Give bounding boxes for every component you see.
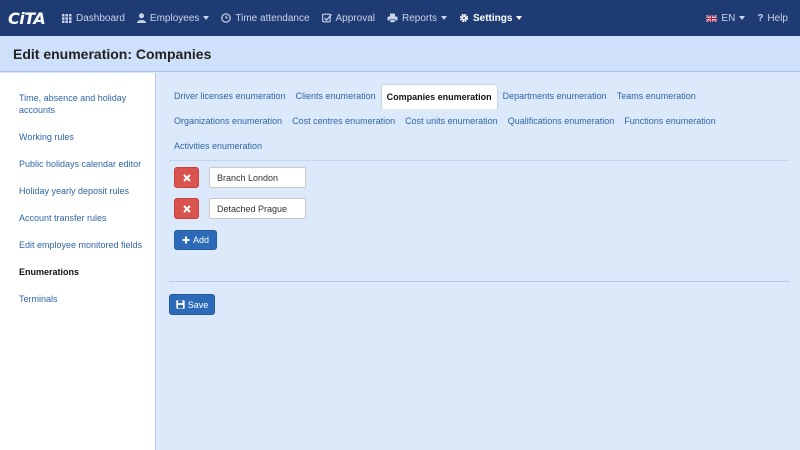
page-header: Edit enumeration: Companies (0, 36, 800, 72)
nav-settings-label: Settings (473, 12, 513, 24)
delete-entry-button[interactable] (174, 167, 199, 188)
tab-activities[interactable]: Activities enumeration (169, 134, 267, 159)
language-label: EN (721, 12, 736, 24)
sidebar-item-enumerations[interactable]: Enumerations (0, 266, 155, 278)
tab-organizations[interactable]: Organizations enumeration (169, 109, 287, 134)
form-divider (169, 281, 789, 282)
nav-settings[interactable]: Settings (453, 0, 528, 36)
tab-teams[interactable]: Teams enumeration (612, 84, 701, 109)
add-entry-button[interactable]: Add (174, 230, 217, 250)
uk-flag-icon (706, 14, 718, 22)
close-icon (182, 173, 191, 182)
page-title: Edit enumeration: Companies (13, 45, 212, 62)
nav-approval[interactable]: Approval (316, 0, 381, 36)
nav-help-label: Help (767, 12, 788, 24)
tab-cost-centres[interactable]: Cost centres enumeration (287, 109, 400, 134)
save-button[interactable]: Save (169, 294, 215, 315)
tab-row: Driver licenses enumeration Clients enum… (169, 84, 789, 109)
tab-row: Activities enumeration (169, 134, 789, 159)
tab-clients[interactable]: Clients enumeration (291, 84, 381, 109)
chevron-down-icon (441, 16, 447, 20)
nav-dashboard-label: Dashboard (76, 12, 125, 24)
add-label: Add (192, 235, 209, 245)
main-menu: Dashboard Employees Time attendance Appr… (56, 0, 528, 36)
settings-sidebar: Time, absence and holiday accounts Worki… (0, 73, 156, 450)
chevron-down-icon (739, 16, 746, 20)
language-selector[interactable]: EN (700, 0, 751, 36)
tab-cost-units[interactable]: Cost units enumeration (400, 109, 503, 134)
tab-driver-licenses[interactable]: Driver licenses enumeration (169, 84, 291, 109)
entry-value-input[interactable] (209, 198, 306, 219)
delete-entry-button[interactable] (174, 198, 199, 219)
chevron-down-icon (516, 16, 523, 20)
nav-reports-label: Reports (401, 12, 437, 24)
logo-text: CiTA (8, 8, 46, 28)
gear-icon (459, 13, 469, 23)
user-icon (136, 13, 146, 23)
sidebar-item-holidays-calendar[interactable]: Public holidays calendar editor (0, 158, 155, 170)
checkbox-icon (321, 13, 332, 23)
chevron-down-icon (203, 16, 210, 20)
grid-icon (62, 13, 72, 23)
sidebar-item-monitored-fields[interactable]: Edit employee monitored fields (0, 239, 155, 251)
tab-qualifications[interactable]: Qualifications enumeration (503, 109, 620, 134)
nav-right: EN ? Help (700, 0, 794, 36)
floppy-disk-icon (176, 300, 185, 309)
close-icon (182, 204, 191, 213)
nav-approval-label: Approval (335, 12, 375, 24)
cita-logo[interactable]: CiTA (8, 7, 50, 29)
sidebar-item-working-rules[interactable]: Working rules (0, 131, 155, 143)
tab-companies[interactable]: Companies enumeration (380, 84, 498, 109)
tab-row: Organizations enumeration Cost centres e… (169, 109, 789, 134)
main-content: Driver licenses enumeration Clients enum… (157, 73, 800, 450)
sidebar-item-account-transfer[interactable]: Account transfer rules (0, 212, 155, 224)
nav-time-attendance[interactable]: Time attendance (215, 0, 315, 36)
sidebar-item-accounts[interactable]: Time, absence and holiday accounts (0, 92, 155, 116)
enumeration-entry-row (174, 198, 306, 219)
nav-time-attendance-label: Time attendance (235, 12, 310, 24)
nav-employees-label: Employees (149, 12, 200, 24)
nav-reports[interactable]: Reports (381, 0, 453, 36)
sidebar-item-terminals[interactable]: Terminals (0, 293, 155, 305)
sidebar-item-holiday-deposit[interactable]: Holiday yearly deposit rules (0, 185, 155, 197)
nav-dashboard[interactable]: Dashboard (56, 0, 131, 36)
print-icon (387, 13, 398, 23)
nav-employees[interactable]: Employees (131, 0, 215, 36)
tabs-divider (169, 160, 789, 161)
plus-icon (182, 236, 190, 244)
question-icon: ? (757, 12, 764, 24)
tab-functions[interactable]: Functions enumeration (619, 109, 721, 134)
save-label: Save (187, 299, 209, 310)
tab-departments[interactable]: Departments enumeration (498, 84, 612, 109)
entry-value-input[interactable] (209, 167, 306, 188)
nav-help[interactable]: ? Help (751, 0, 794, 36)
clock-icon (221, 13, 232, 23)
top-navbar: CiTA Dashboard Employees Time attendance… (0, 0, 800, 36)
enumeration-tabs: Driver licenses enumeration Clients enum… (169, 84, 789, 159)
enumeration-entry-row (174, 167, 306, 188)
